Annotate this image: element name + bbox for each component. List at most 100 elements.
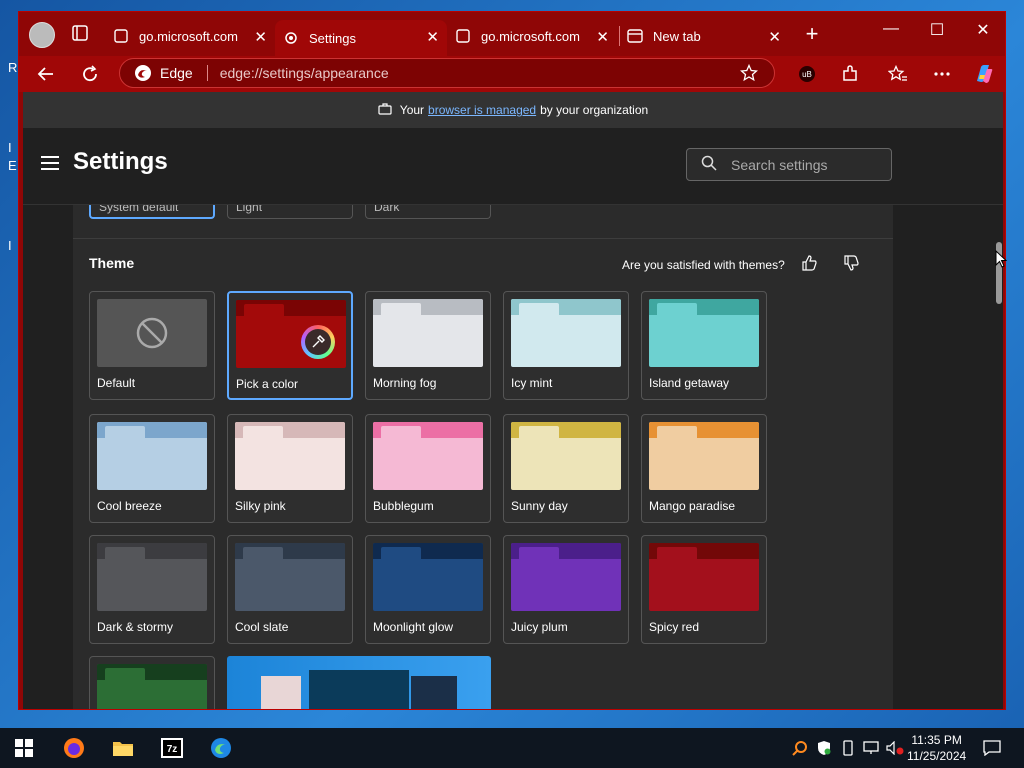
theme-card[interactable]: Icy mint (503, 291, 629, 400)
theme-card[interactable]: Sunny day (503, 414, 629, 523)
minimize-button[interactable]: — (871, 20, 911, 38)
theme-preview (97, 664, 207, 709)
theme-preview (373, 543, 483, 611)
edge-logo-icon (135, 65, 151, 81)
more-themes-promo-image[interactable] (227, 656, 491, 709)
color-picker-eyedropper-icon[interactable] (301, 325, 335, 359)
profile-avatar[interactable] (29, 22, 55, 48)
thumbs-up-icon[interactable] (801, 255, 817, 274)
new-tab-button[interactable]: + (800, 21, 824, 46)
address-bar[interactable]: Edge edge://settings/appearance (119, 58, 775, 88)
back-arrow-icon[interactable] (34, 62, 58, 86)
theme-preview (649, 299, 759, 367)
windows-start-icon[interactable] (12, 736, 36, 760)
tab-new-tab[interactable]: New tab ✕ (619, 20, 789, 52)
close-window-button[interactable]: ✕ (963, 20, 1003, 40)
network-icon[interactable] (859, 736, 883, 760)
tab-actions-icon[interactable] (71, 24, 89, 42)
menu-hamburger-icon[interactable] (41, 156, 59, 174)
theme-card[interactable] (89, 656, 215, 709)
theme-card[interactable]: Juicy plum (503, 535, 629, 644)
theme-card[interactable]: Cool breeze (89, 414, 215, 523)
tab-close-icon[interactable]: ✕ (768, 28, 781, 46)
theme-card[interactable]: Mango paradise (641, 414, 767, 523)
search-icon (701, 155, 717, 174)
theme-card-label: Juicy plum (511, 620, 568, 634)
theme-card-label: Sunny day (511, 499, 568, 513)
theme-card[interactable]: Silky pink (227, 414, 353, 523)
more-options-icon[interactable] (930, 62, 954, 86)
system-clock[interactable]: 11:35 PM 11/25/2024 (907, 732, 966, 764)
theme-preview-tab (243, 426, 283, 440)
theme-preview (97, 422, 207, 490)
svg-text:7z: 7z (167, 744, 178, 755)
theme-preview (649, 422, 759, 490)
tab-go-microsoft-2[interactable]: go.microsoft.com ✕ (447, 20, 617, 52)
thumbs-down-icon[interactable] (843, 255, 859, 274)
favorite-star-icon[interactable] (739, 63, 759, 85)
mode-light[interactable]: Light (227, 205, 353, 219)
settings-page: Your browser is managed by your organiza… (23, 92, 1003, 709)
tab-settings[interactable]: Settings ✕ (275, 20, 447, 56)
tab-strip: go.microsoft.com ✕ Settings ✕ go.microso… (19, 12, 1005, 56)
notifications-icon[interactable] (980, 736, 1004, 760)
theme-preview-tab (381, 547, 421, 561)
clock-time: 11:35 PM (911, 733, 962, 747)
search-input[interactable]: Search settings (686, 148, 892, 181)
file-explorer-icon[interactable] (111, 736, 135, 760)
theme-card[interactable]: Spicy red (641, 535, 767, 644)
edge-taskbar-icon[interactable] (209, 736, 233, 760)
search-placeholder: Search settings (731, 156, 828, 173)
theme-preview (511, 543, 621, 611)
7zip-icon[interactable]: 7z (160, 736, 184, 760)
desktop-text-3: E (8, 158, 17, 173)
search-tray-icon[interactable] (788, 736, 812, 760)
svg-text:uB: uB (802, 70, 812, 79)
theme-preview (97, 299, 207, 367)
extensions-puzzle-icon[interactable] (838, 62, 862, 86)
feedback-question: Are you satisfied with themes? (622, 258, 785, 272)
mode-dark[interactable]: Dark (365, 205, 491, 219)
theme-card[interactable]: Bubblegum (365, 414, 491, 523)
theme-card[interactable]: Pick a color (227, 291, 353, 400)
theme-card-label: Default (97, 376, 136, 390)
theme-card[interactable]: Dark & stormy (89, 535, 215, 644)
theme-preview-tab (105, 668, 145, 682)
mode-system-default[interactable]: System default (89, 205, 215, 219)
tab-go-microsoft-1[interactable]: go.microsoft.com ✕ (105, 20, 275, 52)
section-divider (73, 238, 893, 239)
copilot-icon[interactable] (972, 62, 996, 86)
defender-shield-icon[interactable] (812, 736, 836, 760)
theme-preview-tab (105, 426, 145, 440)
favorites-icon[interactable] (886, 62, 910, 86)
theme-card[interactable]: Default (89, 291, 215, 400)
theme-card[interactable]: Island getaway (641, 291, 767, 400)
usb-device-icon[interactable] (836, 736, 860, 760)
tab-title: go.microsoft.com (481, 28, 580, 44)
theme-card[interactable]: Moonlight glow (365, 535, 491, 644)
volume-muted-icon[interactable] (883, 736, 907, 760)
managed-link[interactable]: browser is managed (428, 103, 536, 117)
refresh-icon[interactable] (78, 62, 102, 86)
appearance-panel: System default Light Dark Theme Are you … (73, 205, 893, 709)
url-text[interactable]: edge://settings/appearance (220, 65, 389, 81)
tab-close-icon[interactable]: ✕ (596, 28, 609, 46)
no-theme-icon (136, 317, 168, 354)
theme-card-label: Silky pink (235, 499, 286, 513)
theme-card[interactable]: Morning fog (365, 291, 491, 400)
desktop-text-2: I (8, 140, 12, 155)
gear-icon (283, 30, 299, 46)
theme-preview-tab (244, 304, 284, 318)
extension-badge-icon[interactable]: uB (795, 62, 819, 86)
tab-title: Settings (309, 30, 356, 46)
settings-header: Settings Search settings (23, 128, 1003, 205)
theme-preview (511, 422, 621, 490)
theme-card[interactable]: Cool slate (227, 535, 353, 644)
tab-close-icon[interactable]: ✕ (254, 28, 267, 46)
firefox-icon[interactable] (62, 736, 86, 760)
theme-card-label: Bubblegum (373, 499, 434, 513)
tab-close-icon[interactable]: ✕ (426, 28, 439, 46)
theme-card-label: Cool slate (235, 620, 289, 634)
maximize-button[interactable]: ☐ (917, 20, 957, 40)
theme-heading: Theme (89, 255, 135, 271)
